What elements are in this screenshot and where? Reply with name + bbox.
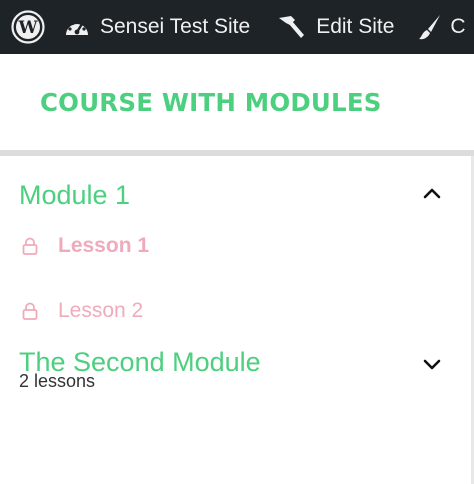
edit-site-menu[interactable]: Edit Site [276, 0, 394, 54]
lesson-2-label: Lesson 2 [58, 299, 144, 322]
hammer-icon [279, 16, 305, 38]
svg-text:W: W [17, 18, 38, 38]
site-name-label: Sensei Test Site [100, 15, 251, 38]
dashboard-gauge-icon [66, 19, 88, 35]
wordpress-logo-icon: W [11, 10, 45, 44]
customize-menu[interactable]: C [418, 0, 466, 54]
customize-label: C [450, 15, 466, 38]
module-2-lesson-count: 2 lessons [19, 371, 96, 391]
lesson-item-1[interactable]: Lesson 1 [22, 234, 149, 258]
admin-bar: W Sensei Test Site Edit Site C [0, 0, 474, 54]
site-name-menu[interactable]: Sensei Test Site [64, 0, 250, 54]
paintbrush-icon [419, 15, 441, 40]
lock-icon [22, 302, 38, 320]
edit-site-label: Edit Site [316, 15, 395, 38]
chevron-down-icon[interactable] [421, 356, 443, 372]
lesson-item-2[interactable]: Lesson 2 [22, 299, 143, 323]
chevron-up-icon[interactable] [421, 185, 443, 201]
lock-icon [22, 237, 38, 255]
lesson-1-label: Lesson 1 [58, 234, 150, 257]
wordpress-menu[interactable]: W [0, 0, 56, 54]
module-1-title[interactable]: Module 1 [19, 180, 130, 211]
course-title[interactable]: COURSE WITH MODULES [40, 88, 382, 117]
course-header: COURSE WITH MODULES [0, 54, 474, 150]
